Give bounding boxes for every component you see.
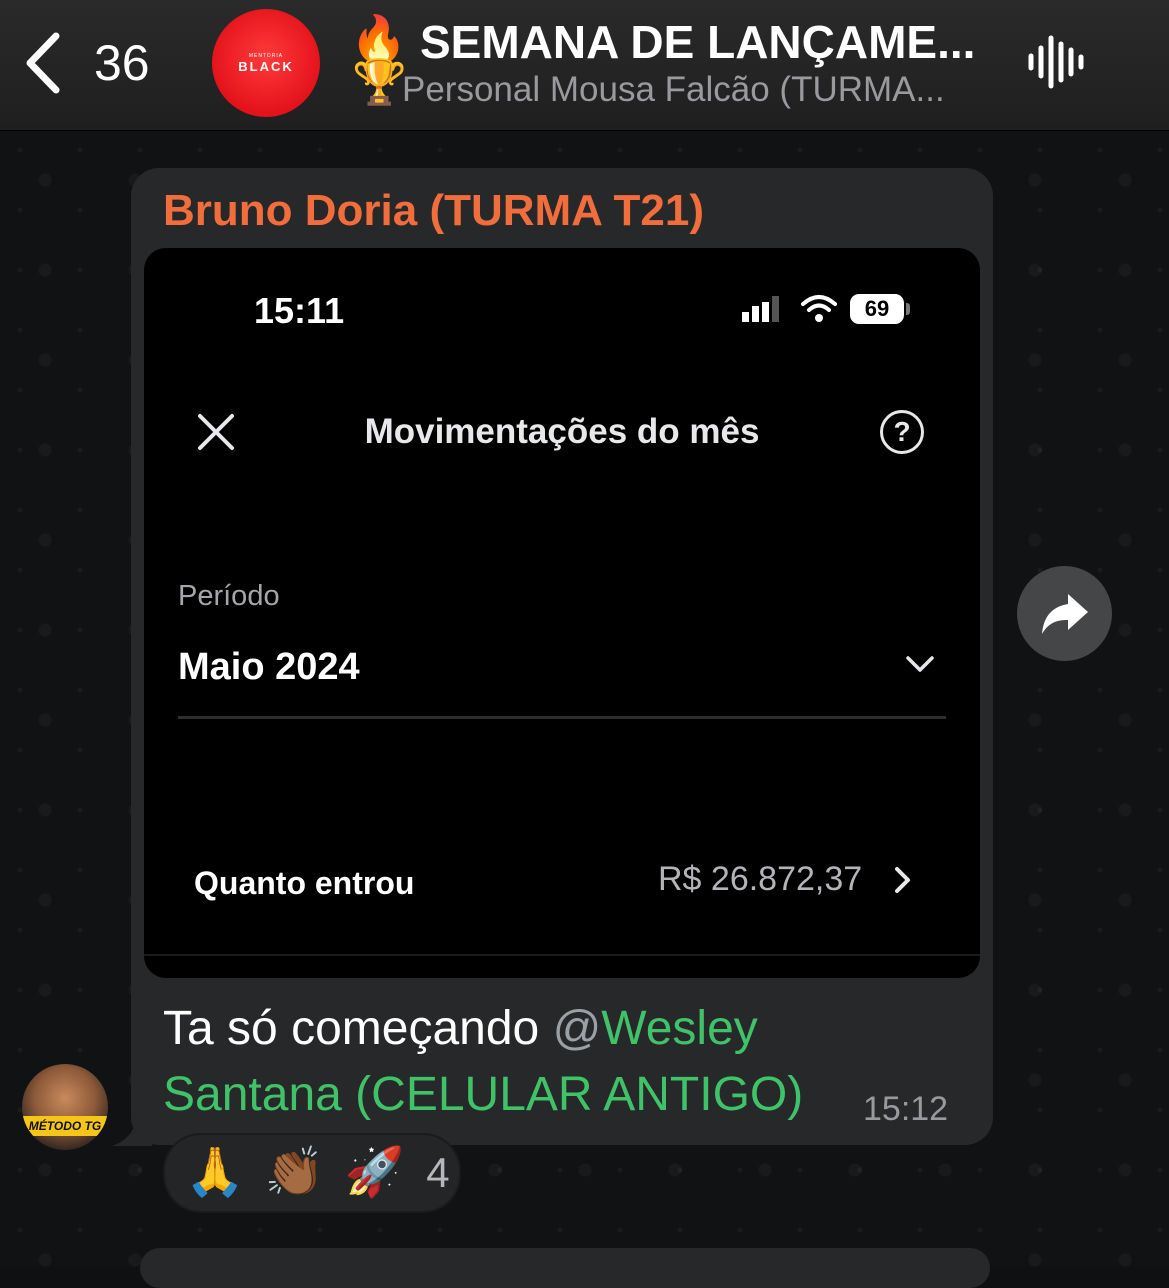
income-label: Quanto entrou — [194, 865, 415, 901]
sender-avatar-label: MÉTODO TG — [22, 1116, 108, 1136]
message-bubble[interactable]: Bruno Doria (TURMA T21) 15:11 69 Movimen… — [131, 168, 993, 1145]
group-avatar-logo: BLACK — [238, 58, 294, 74]
next-message-bubble[interactable] — [140, 1248, 990, 1288]
battery-indicator: 69 — [850, 294, 904, 324]
signal-icon — [742, 296, 779, 322]
message-text: Ta só começando @Wesley Santana (CELULAR… — [163, 996, 863, 1128]
trophy-emoji: 🏆 — [352, 58, 407, 107]
screen-bottom-divider — [144, 954, 980, 956]
reactions-bar[interactable]: 🙏 👏🏾 🚀 4 — [163, 1133, 461, 1213]
chat-title[interactable]: SEMANA DE LANÇAME... — [420, 15, 1000, 69]
message-text-prefix: Ta só começando — [163, 1002, 553, 1055]
income-value: R$ 26.872,37 — [658, 860, 863, 898]
help-icon: ? — [880, 410, 924, 454]
chevron-right-icon — [895, 867, 910, 893]
group-avatar[interactable]: MENTORIA BLACK — [212, 9, 320, 117]
fire-emoji: 🔥 — [350, 13, 408, 65]
forward-button[interactable] — [1017, 566, 1112, 661]
mention-at[interactable]: @ — [553, 1002, 602, 1055]
chat-header: 36 MENTORIA BLACK 🔥 🏆 SEMANA DE LANÇAME.… — [0, 0, 1169, 131]
chat-subtitle[interactable]: Personal Mousa Falcão (TURMA... — [402, 70, 982, 110]
period-value: Maio 2024 — [178, 646, 360, 688]
period-divider — [178, 716, 946, 719]
phone-status-time: 15:11 — [254, 290, 345, 331]
reaction-count: 4 — [426, 1149, 450, 1196]
share-arrow-icon — [1041, 593, 1088, 634]
wifi-icon — [801, 295, 837, 322]
battery-cap — [906, 303, 910, 315]
period-label: Período — [178, 580, 280, 612]
attached-image[interactable]: 15:11 69 Movimentações do mês ? Período … — [144, 248, 980, 978]
chevron-left-icon — [26, 32, 60, 94]
chevron-down-icon — [906, 656, 934, 672]
unread-count: 36 — [94, 35, 150, 91]
reaction-rocket-emoji[interactable]: 🚀 — [345, 1143, 405, 1203]
voice-chat-icon[interactable] — [1025, 30, 1087, 94]
screen-heading: Movimentações do mês — [364, 412, 760, 451]
message-time: 15:12 — [863, 1090, 949, 1128]
reaction-clap-emoji[interactable]: 👏🏾 — [265, 1143, 325, 1203]
back-button[interactable]: 36 — [20, 28, 170, 98]
reaction-pray-emoji[interactable]: 🙏 — [185, 1143, 245, 1203]
sender-avatar[interactable]: MÉTODO TG — [22, 1064, 108, 1150]
sender-name[interactable]: Bruno Doria (TURMA T21) — [163, 186, 704, 236]
